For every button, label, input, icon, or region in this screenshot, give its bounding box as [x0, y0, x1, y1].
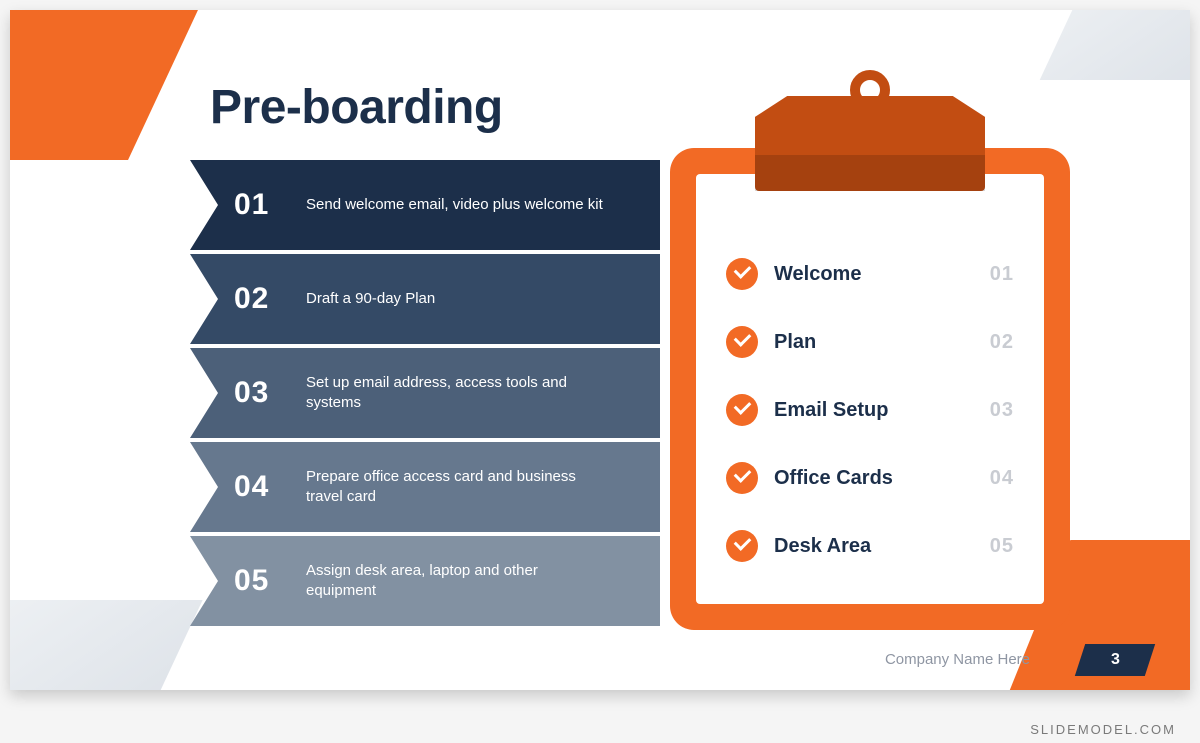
step-text: Draft a 90-day Plan: [306, 289, 435, 309]
checklist-label: Email Setup: [774, 399, 990, 422]
step-text: Send welcome email, video plus welcome k…: [306, 195, 603, 215]
step-number: 05: [234, 564, 306, 598]
step-number: 04: [234, 470, 306, 504]
step-number: 03: [234, 376, 306, 410]
brand-watermark: SLIDEMODEL.COM: [1030, 722, 1176, 737]
clipboard-paper: Welcome 01 Plan 02 Email Setup 03 Office…: [696, 174, 1044, 604]
checklist-number: 01: [990, 263, 1014, 286]
step-item-1: 01 Send welcome email, video plus welcom…: [190, 160, 660, 250]
checklist-number: 03: [990, 399, 1014, 422]
checklist-item-3: Email Setup 03: [726, 380, 1014, 440]
checklist-number: 02: [990, 331, 1014, 354]
check-icon: [726, 462, 758, 494]
checklist-label: Plan: [774, 331, 990, 354]
step-list: 01 Send welcome email, video plus welcom…: [190, 160, 660, 630]
checklist-number: 05: [990, 535, 1014, 558]
corner-accent-bottom-left: [10, 600, 203, 690]
step-item-4: 04 Prepare office access card and busine…: [190, 442, 660, 532]
checklist-item-1: Welcome 01: [726, 244, 1014, 304]
check-icon: [726, 530, 758, 562]
footer-company-name: Company Name Here: [885, 651, 1030, 668]
checklist-item-5: Desk Area 05: [726, 516, 1014, 576]
step-number: 01: [234, 188, 306, 222]
step-number: 02: [234, 282, 306, 316]
checklist-label: Welcome: [774, 263, 990, 286]
checklist-number: 04: [990, 467, 1014, 490]
slide: Pre-boarding 01 Send welcome email, vide…: [10, 10, 1190, 690]
page-number-badge: 3: [1075, 644, 1155, 676]
step-text: Set up email address, access tools and s…: [306, 373, 606, 414]
step-text: Prepare office access card and business …: [306, 467, 606, 508]
checklist-label: Office Cards: [774, 467, 990, 490]
step-text: Assign desk area, laptop and other equip…: [306, 561, 606, 602]
corner-accent-top-left: [10, 10, 212, 160]
checklist-item-4: Office Cards 04: [726, 448, 1014, 508]
check-icon: [726, 394, 758, 426]
check-icon: [726, 326, 758, 358]
page-number: 3: [1111, 651, 1120, 669]
clipboard-graphic: Welcome 01 Plan 02 Email Setup 03 Office…: [670, 70, 1070, 630]
page-title: Pre-boarding: [210, 80, 503, 135]
clipboard-clip-icon: [755, 96, 985, 191]
checklist-item-2: Plan 02: [726, 312, 1014, 372]
step-item-2: 02 Draft a 90-day Plan: [190, 254, 660, 344]
check-icon: [726, 258, 758, 290]
checklist-label: Desk Area: [774, 535, 990, 558]
step-item-5: 05 Assign desk area, laptop and other eq…: [190, 536, 660, 626]
step-item-3: 03 Set up email address, access tools an…: [190, 348, 660, 438]
